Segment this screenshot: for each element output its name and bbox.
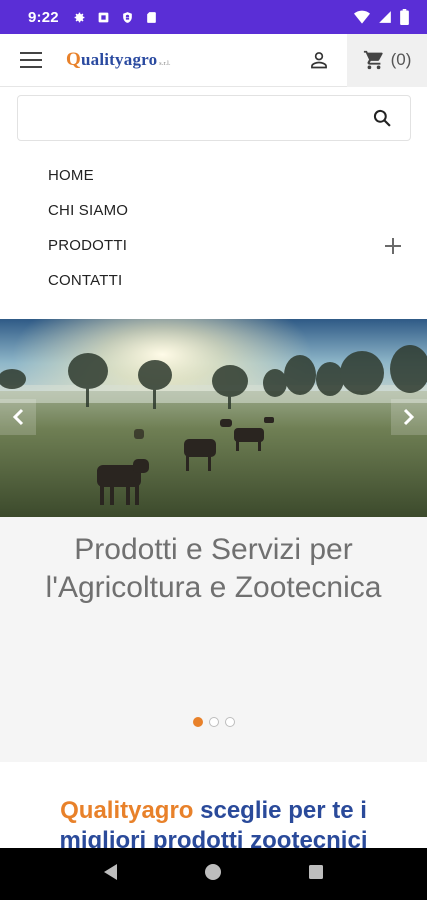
cell-signal-icon: [379, 11, 391, 23]
intro-section: Qualityagro sceglie per te i migliori pr…: [0, 762, 427, 848]
slider-dot-2[interactable]: [208, 717, 219, 727]
cart-count: (0): [390, 50, 412, 69]
menu-button[interactable]: [0, 34, 62, 87]
logo-text: ualityagro: [80, 50, 158, 69]
logo-suffix: s.r.l.: [159, 61, 171, 67]
sd-card-icon: [146, 11, 156, 23]
nav-item-label: HOME: [48, 167, 94, 184]
back-button[interactable]: [103, 863, 119, 886]
cart-button[interactable]: (0): [347, 33, 427, 87]
status-notification-icons: [73, 11, 158, 24]
pasture-with-cattle-image: [0, 319, 427, 517]
home-button[interactable]: [204, 863, 222, 886]
heading-text-line-1: sceglie per te i: [193, 797, 367, 824]
slider-dot-3[interactable]: [224, 717, 235, 727]
hero-slide-image: [0, 319, 427, 517]
site-header: Qualityagro s.r.l. (0): [0, 33, 427, 87]
cart-icon: [363, 50, 383, 70]
chevron-left-icon: [12, 408, 24, 426]
slide-caption-line-2: l'Agricoltura e Zootecnica: [45, 571, 382, 604]
site-logo[interactable]: Qualityagro s.r.l.: [66, 49, 171, 71]
user-icon: [311, 52, 327, 69]
shield-icon: [122, 11, 132, 23]
hamburger-icon: [20, 52, 42, 68]
system-navigation-bar: [0, 848, 427, 900]
recents-square-icon: [309, 864, 324, 879]
slider-next-button[interactable]: [391, 399, 427, 435]
plus-icon[interactable]: [385, 237, 401, 254]
slide-caption-panel: Prodotti e Servizi per l'Agricoltura e Z…: [0, 517, 427, 762]
recents-button[interactable]: [308, 864, 324, 885]
nav-item-label: CHI SIAMO: [48, 202, 129, 219]
slide-caption: Prodotti e Servizi per l'Agricoltura e Z…: [0, 531, 427, 607]
settings-icon: [74, 12, 85, 22]
app-notification-icon: [98, 12, 109, 22]
slider-pagination: [0, 717, 427, 727]
status-time: 9:22: [28, 8, 59, 26]
nav-item-label: CONTATTI: [48, 272, 123, 289]
back-triangle-icon: [103, 863, 117, 880]
status-bar: 9:22: [0, 0, 427, 34]
nav-item-chi-siamo[interactable]: CHI SIAMO: [0, 193, 427, 228]
nav-item-prodotti[interactable]: PRODOTTI: [0, 228, 427, 263]
home-circle-icon: [205, 863, 222, 880]
search-input[interactable]: [18, 96, 354, 140]
battery-icon: [400, 9, 409, 25]
account-button[interactable]: [291, 34, 347, 87]
slider-dot-1[interactable]: [192, 717, 203, 727]
chevron-right-icon: [403, 408, 415, 426]
heading-text-line-2: migliori prodotti zootecnici: [59, 827, 368, 848]
heading-brand: Qualityagro: [60, 797, 194, 824]
main-nav: HOME CHI SIAMO PRODOTTI CONTATTI: [0, 158, 427, 298]
search-box: [17, 95, 411, 141]
logo-initial: Q: [66, 49, 81, 70]
nav-item-contatti[interactable]: CONTATTI: [0, 263, 427, 298]
section-heading: Qualityagro sceglie per te i migliori pr…: [0, 796, 427, 848]
slide-caption-line-1: Prodotti e Servizi per: [74, 533, 353, 566]
search-icon: [373, 109, 391, 127]
wifi-icon: [354, 10, 370, 24]
status-system-icons: [354, 9, 409, 25]
slider-prev-button[interactable]: [0, 399, 36, 435]
nav-item-label: PRODOTTI: [48, 237, 128, 254]
nav-item-home[interactable]: HOME: [0, 158, 427, 193]
search-button[interactable]: [354, 96, 410, 140]
